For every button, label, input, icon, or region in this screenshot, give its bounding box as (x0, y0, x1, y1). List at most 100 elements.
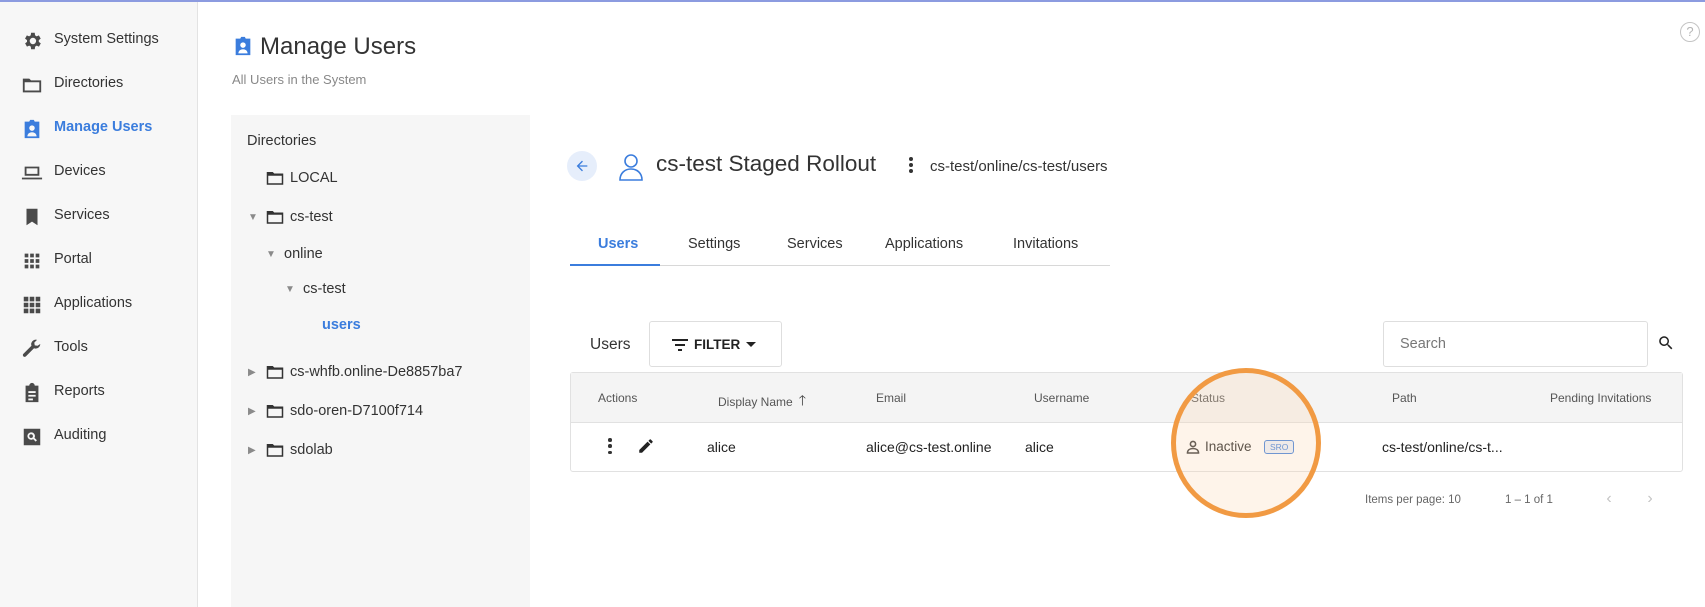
caret-down-icon (746, 342, 756, 347)
expand-arrow-icon[interactable]: ▶ (248, 445, 266, 456)
wrench-icon (21, 338, 43, 360)
expand-arrow-icon[interactable]: ▼ (285, 284, 303, 295)
tree-item-label: sdo-oren-D7100f714 (290, 403, 424, 419)
column-header-status[interactable]: Status (1191, 391, 1225, 405)
filter-label: FILTER (694, 337, 741, 352)
cell-status: Inactive (1205, 439, 1252, 454)
user-outline-icon (617, 152, 645, 182)
column-header-display-name[interactable]: Display Name 🡑 (718, 391, 806, 415)
folder-icon (266, 442, 284, 458)
sidebar-item-manage-users[interactable]: Manage Users (0, 108, 198, 148)
folder-icon (266, 403, 284, 419)
sidebar-item-label: Services (54, 207, 110, 223)
column-header-pending-invitations[interactable]: Pending Invitations (1550, 391, 1651, 405)
sidebar-item-label: Manage Users (54, 119, 153, 135)
sidebar-item-system-settings[interactable]: System Settings (0, 20, 198, 60)
sidebar-item-label: Reports (54, 383, 105, 399)
sidebar-item-tools[interactable]: Tools (0, 328, 198, 368)
sidebar-item-label: Devices (54, 163, 106, 179)
clipboard-icon (21, 382, 43, 404)
filter-button[interactable]: FILTER (649, 321, 782, 367)
tab-users[interactable]: Users (598, 236, 638, 252)
gear-icon (21, 30, 43, 52)
sidebar-item-applications[interactable]: Applications (0, 284, 198, 324)
tree-item-label: cs-test (303, 281, 346, 297)
row-more-options-icon[interactable] (605, 436, 615, 456)
tree-item-sdo-oren[interactable]: ▶ sdo-oren-D7100f714 (248, 400, 423, 422)
tab-services[interactable]: Services (787, 236, 843, 252)
sidebar-item-portal[interactable]: Portal (0, 240, 198, 280)
sidebar-item-label: Directories (54, 75, 124, 91)
sidebar-item-label: System Settings (54, 31, 159, 47)
sidebar-item-directories[interactable]: Directories (0, 64, 198, 104)
next-page-icon[interactable]: › (1640, 489, 1660, 509)
tree-item-cs-test-child[interactable]: ▼ cs-test (285, 278, 346, 300)
tree-item-local[interactable]: LOCAL (248, 167, 338, 189)
column-header-username[interactable]: Username (1034, 391, 1089, 405)
group-more-options-icon[interactable] (905, 154, 917, 176)
cell-display-name: alice (707, 439, 736, 455)
items-per-page[interactable]: Items per page: 10 (1365, 494, 1461, 506)
folder-icon (266, 209, 284, 225)
users-section-label: Users (590, 336, 631, 353)
back-button[interactable] (567, 151, 597, 181)
group-title: cs-test Staged Rollout (656, 151, 877, 176)
expand-arrow-icon[interactable]: ▶ (248, 406, 266, 417)
tree-item-users[interactable]: users (322, 314, 361, 336)
folder-icon (266, 364, 284, 380)
search-icon[interactable] (1657, 334, 1675, 352)
cell-email: alice@cs-test.online (866, 439, 992, 455)
sidebar-item-devices[interactable]: Devices (0, 152, 198, 192)
sidebar-item-label: Portal (54, 251, 92, 267)
sidebar-item-label: Auditing (54, 427, 107, 443)
table-header: Actions Display Name 🡑 Email Username Sta… (571, 373, 1682, 423)
help-icon[interactable]: ? (1680, 22, 1700, 42)
edit-pencil-icon[interactable] (637, 437, 655, 455)
tree-heading: Directories (247, 133, 317, 149)
tree-item-label: online (284, 246, 323, 262)
user-badge-icon (232, 35, 254, 57)
expand-arrow-icon[interactable]: ▼ (266, 249, 284, 260)
status-badge: SRO (1264, 440, 1295, 454)
apps-grid-icon (21, 294, 43, 316)
sidebar-item-services[interactable]: Services (0, 196, 198, 236)
column-header-path[interactable]: Path (1392, 391, 1417, 405)
tree-item-sdolab[interactable]: ▶ sdolab (248, 439, 333, 461)
folder-icon (21, 74, 43, 96)
tab-settings[interactable]: Settings (688, 236, 740, 252)
tree-item-label: LOCAL (290, 170, 338, 186)
column-header-email[interactable]: Email (876, 391, 906, 405)
expand-arrow-icon[interactable]: ▼ (248, 212, 266, 223)
table-row[interactable]: alice alice@cs-test.online alice Inactiv… (571, 423, 1682, 471)
laptop-icon (21, 162, 43, 184)
person-outline-icon (1186, 440, 1200, 454)
tab-invitations[interactable]: Invitations (1013, 236, 1078, 252)
tree-item-cs-test[interactable]: ▼ cs-test (248, 206, 333, 228)
sort-ascending-icon: 🡑 (798, 392, 806, 408)
active-tab-indicator (570, 264, 660, 266)
arrow-left-icon (576, 160, 588, 172)
sidebar-item-label: Tools (54, 339, 88, 355)
page-subtitle: All Users in the System (232, 72, 367, 87)
cell-username: alice (1025, 439, 1054, 455)
sidebar-item-label: Applications (54, 295, 133, 311)
tree-item-label: cs-whfb.online-De8857ba7 (290, 364, 463, 380)
tab-applications[interactable]: Applications (885, 236, 963, 252)
sidebar: System Settings Directories Manage Users… (0, 2, 198, 607)
expand-arrow-icon[interactable]: ▶ (248, 367, 266, 378)
sidebar-item-auditing[interactable]: Auditing (0, 416, 198, 456)
folder-icon (266, 170, 284, 186)
tree-item-online[interactable]: ▼ online (266, 243, 323, 265)
page-range: 1 – 1 of 1 (1505, 494, 1553, 506)
bookmark-icon (21, 206, 43, 228)
cell-path: cs-test/online/cs-t... (1382, 439, 1503, 455)
search-input[interactable] (1383, 321, 1648, 367)
group-path: cs-test/online/cs-test/users (930, 158, 1108, 175)
previous-page-icon[interactable]: ‹ (1599, 489, 1619, 509)
users-table: Actions Display Name 🡑 Email Username Sta… (570, 372, 1683, 472)
tree-item-cs-whfb[interactable]: ▶ cs-whfb.online-De8857ba7 (248, 361, 463, 383)
sidebar-item-reports[interactable]: Reports (0, 372, 198, 412)
tree-item-label: sdolab (290, 442, 333, 458)
tree-item-label: users (322, 317, 361, 333)
column-header-actions: Actions (598, 391, 638, 405)
